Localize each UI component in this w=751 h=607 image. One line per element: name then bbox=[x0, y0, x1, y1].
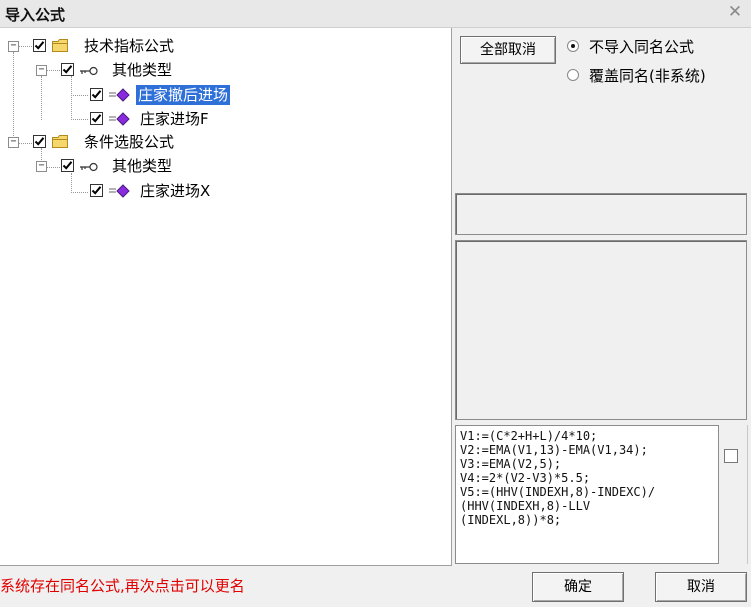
formula-icon bbox=[109, 112, 130, 126]
formula-tree: − 技术指标公式 − 其他类型 庄家撤后进场 庄家进场F − 条件选股公式 − … bbox=[0, 28, 452, 566]
code-line: V2:=EMA(V1,13)-EMA(V1,34); bbox=[460, 443, 648, 457]
tree-node-other-types[interactable]: − 其他类型 bbox=[0, 156, 260, 178]
radio-overwrite-label: 覆盖同名(非系统) bbox=[589, 67, 706, 85]
tree-checkbox[interactable] bbox=[33, 135, 46, 148]
status-message: 系统存在同名公式,再次点击可以更名 bbox=[0, 577, 245, 595]
tree-node-stock-screening[interactable]: − 条件选股公式 bbox=[0, 132, 260, 154]
tree-node-label: 条件选股公式 bbox=[84, 133, 175, 151]
tree-node-label: 庄家进场X bbox=[140, 182, 211, 200]
description-area[interactable] bbox=[455, 240, 747, 420]
collapse-icon[interactable]: − bbox=[36, 161, 47, 172]
code-line: V4:=2*(V2-V3)*5.5; bbox=[460, 471, 591, 485]
code-line: (HHV(INDEXH,8)-LLV bbox=[460, 499, 591, 513]
window-title: 导入公式 bbox=[5, 6, 66, 24]
tree-node-label: 技术指标公式 bbox=[84, 37, 175, 55]
tree-node-label: 其他类型 bbox=[112, 157, 173, 175]
tree-checkbox[interactable] bbox=[61, 63, 74, 76]
key-icon bbox=[80, 162, 98, 172]
code-line: V5:=(HHV(INDEXH,8)-INDEXC)/ bbox=[460, 485, 656, 499]
tree-checkbox[interactable] bbox=[61, 159, 74, 172]
formula-code-box[interactable]: V1:=(C*2+H+L)/4*10; V2:=EMA(V1,13)-EMA(V… bbox=[455, 425, 719, 564]
tree-node-label: 其他类型 bbox=[112, 61, 173, 79]
tree-item-formula[interactable]: 庄家进场X bbox=[0, 180, 280, 202]
collapse-icon[interactable]: − bbox=[8, 41, 19, 52]
collapse-icon[interactable]: − bbox=[8, 137, 19, 148]
tree-item-formula[interactable]: 庄家撤后进场 bbox=[0, 84, 280, 106]
folder-icon bbox=[52, 39, 68, 52]
tree-item-formula[interactable]: 庄家进场F bbox=[0, 108, 280, 130]
ok-button[interactable]: 确定 bbox=[532, 572, 624, 602]
tree-checkbox[interactable] bbox=[90, 184, 103, 197]
radio-no-import[interactable] bbox=[567, 40, 579, 52]
tree-checkbox[interactable] bbox=[90, 112, 103, 125]
formula-icon bbox=[109, 184, 130, 198]
close-icon[interactable]: ✕ bbox=[725, 2, 745, 22]
formula-icon bbox=[109, 88, 130, 102]
folder-icon bbox=[52, 135, 68, 148]
tree-node-other-types[interactable]: − 其他类型 bbox=[0, 60, 260, 82]
radio-dot bbox=[571, 44, 575, 48]
tree-checkbox[interactable] bbox=[90, 88, 103, 101]
title-bar: 导入公式 ✕ bbox=[0, 0, 751, 28]
tree-node-label: 庄家进场F bbox=[140, 110, 209, 128]
collapse-icon[interactable]: − bbox=[36, 65, 47, 76]
radio-overwrite[interactable] bbox=[567, 69, 579, 81]
tree-checkbox[interactable] bbox=[33, 39, 46, 52]
tree-node-tech-indicators[interactable]: − 技术指标公式 bbox=[0, 36, 260, 58]
tree-node-label: 庄家撤后进场 bbox=[136, 85, 231, 105]
radio-no-import-label: 不导入同名公式 bbox=[589, 38, 695, 56]
cancel-button[interactable]: 取消 bbox=[655, 572, 747, 602]
code-checkbox[interactable] bbox=[724, 449, 738, 463]
name-field[interactable] bbox=[455, 193, 747, 235]
code-side-strip bbox=[719, 425, 748, 564]
code-line: V3:=EMA(V2,5); bbox=[460, 457, 562, 471]
key-icon bbox=[80, 66, 98, 76]
code-line: (INDEXL,8))*8; bbox=[460, 513, 562, 527]
cancel-all-button[interactable]: 全部取消 bbox=[460, 36, 556, 64]
code-line: V1:=(C*2+H+L)/4*10; bbox=[460, 429, 598, 443]
